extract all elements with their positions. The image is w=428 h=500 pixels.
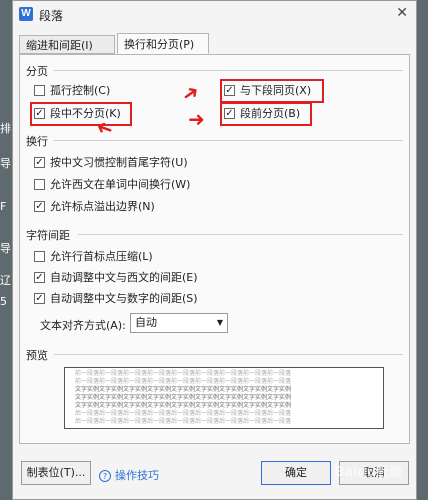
check-icon: ✓ — [34, 200, 45, 212]
cjk-number-spacing-checkbox[interactable]: ✓ 自动调整中文与数字的间距(S) — [34, 291, 198, 307]
background-text: 排 — [0, 122, 11, 134]
chevron-down-icon: ▼ — [216, 318, 223, 327]
paragraph-dialog: W 段落 ✕ 缩进和间距(I) 换行和分页(P) 分页 孤行控制(C) ✓ 段中不… — [12, 0, 417, 500]
preview-box: 前一段落前一段落前一段落前一段落前一段落前一段落前一段落前一段落前一段落 前一段… — [64, 367, 384, 429]
checkbox — [34, 84, 45, 96]
section-preview: 预览 — [26, 349, 48, 362]
tab-line-page-breaks[interactable]: 换行和分页(P) — [117, 33, 209, 54]
arrow-icon: ➜ — [176, 78, 205, 108]
dialog-title: 段落 — [39, 9, 64, 23]
close-icon[interactable]: ✕ — [396, 5, 408, 21]
watermark: Baidu经验 — [334, 465, 402, 480]
chinese-line-break-checkbox[interactable]: ✓ 按中文习惯控制首尾字符(U) — [34, 155, 188, 171]
tabs-button[interactable]: 制表位(T)... — [21, 461, 91, 485]
preview-line: 文字实例文字实例文字实例文字实例文字实例文字实例文字实例文字实例文字实例 — [75, 402, 292, 409]
preview-line: 后一段落后一段落后一段落后一段落后一段落后一段落后一段落后一段落后一段落 — [75, 410, 292, 417]
preview-line: 后一段落后一段落后一段落后一段落后一段落后一段落后一段落后一段落后一段落 — [75, 418, 292, 425]
background-text: F — [0, 200, 7, 213]
section-char-spacing: 字符间距 — [26, 229, 70, 242]
compress-leading-punct-checkbox[interactable]: 允许行首标点压缩(L) — [34, 249, 153, 265]
divider — [78, 234, 403, 235]
arrow-icon: ➜ — [188, 107, 205, 131]
background-text: 辽 — [0, 274, 11, 286]
check-icon: ✓ — [34, 271, 45, 283]
divider — [54, 140, 403, 141]
preview-line: 文字实例文字实例文字实例文字实例文字实例文字实例文字实例文字实例文字实例 — [75, 386, 292, 393]
widow-control-checkbox[interactable]: 孤行控制(C) — [34, 83, 110, 99]
background-text: 导 — [0, 242, 11, 254]
preview-line: 文字实例文字实例文字实例文字实例文字实例文字实例文字实例文字实例文字实例 — [75, 394, 292, 401]
checkbox — [34, 178, 45, 190]
checkbox — [34, 250, 45, 262]
background-text: 导 — [0, 157, 11, 169]
highlight-box — [220, 102, 312, 126]
ok-button[interactable]: 确定 — [261, 461, 331, 485]
tab-panel: 分页 孤行控制(C) ✓ 段中不分页(K) ✓ 与下段同页(X) ✓ 段前分页(B) … — [19, 54, 410, 444]
section-line-break: 换行 — [26, 135, 48, 148]
help-icon: ? — [99, 470, 111, 482]
tab-indent-spacing[interactable]: 缩进和间距(I) — [19, 35, 115, 54]
wps-writer-icon: W — [19, 7, 33, 21]
divider — [54, 354, 403, 355]
divider — [54, 70, 403, 71]
section-pagination: 分页 — [26, 65, 48, 78]
check-icon: ✓ — [34, 292, 45, 304]
background-text: 5 — [0, 295, 7, 308]
title-bar[interactable]: W 段落 ✕ — [13, 1, 416, 27]
preview-line: 前一段落前一段落前一段落前一段落前一段落前一段落前一段落前一段落前一段落 — [75, 370, 292, 377]
text-align-select[interactable]: 自动 ▼ — [130, 313, 228, 333]
cjk-latin-spacing-checkbox[interactable]: ✓ 自动调整中文与西文的间距(E) — [34, 270, 198, 286]
highlight-box — [30, 102, 132, 126]
highlight-box — [220, 79, 324, 103]
tips-link[interactable]: ? 操作技巧 — [99, 467, 159, 483]
punctuation-overflow-checkbox[interactable]: ✓ 允许标点溢出边界(N) — [34, 199, 155, 215]
preview-line: 前一段落前一段落前一段落前一段落前一段落前一段落前一段落前一段落前一段落 — [75, 378, 292, 385]
check-icon: ✓ — [34, 156, 45, 168]
allow-word-wrap-checkbox[interactable]: 允许西文在单词中间换行(W) — [34, 177, 190, 193]
text-align-label: 文本对齐方式(A): — [40, 319, 126, 332]
